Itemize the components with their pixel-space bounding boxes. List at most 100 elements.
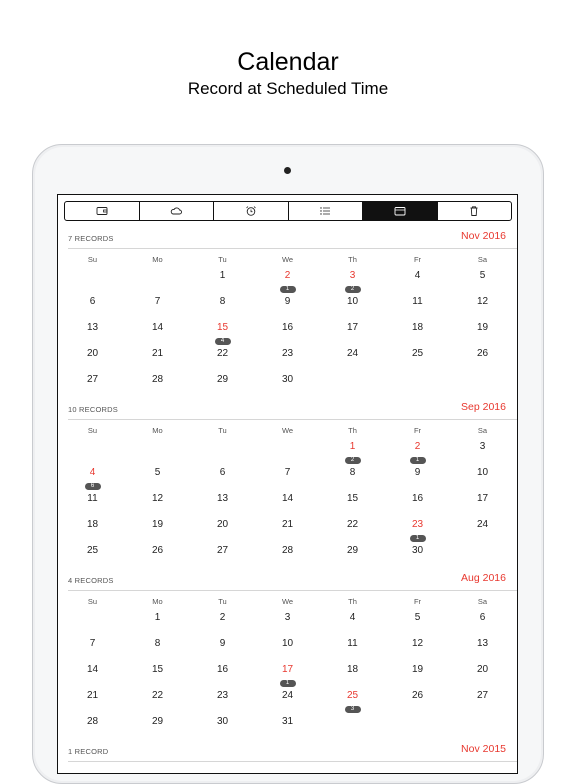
- day-cell[interactable]: 19: [450, 322, 515, 346]
- day-cell[interactable]: 14: [60, 664, 125, 688]
- day-cell[interactable]: 22: [320, 519, 385, 543]
- day-cell[interactable]: 28: [60, 716, 125, 740]
- day-cell[interactable]: 7: [125, 296, 190, 320]
- day-cell[interactable]: 9: [385, 467, 450, 491]
- day-cell[interactable]: 26: [125, 545, 190, 569]
- tab-trash[interactable]: [438, 202, 512, 220]
- day-cell[interactable]: 26: [450, 348, 515, 372]
- day-cell[interactable]: 24: [255, 690, 320, 714]
- day-cell[interactable]: 27: [450, 690, 515, 714]
- day-cell[interactable]: 16: [190, 664, 255, 688]
- day-cell[interactable]: 14: [255, 493, 320, 517]
- day-cell[interactable]: 9: [255, 296, 320, 320]
- day-cell[interactable]: 13: [60, 322, 125, 346]
- day-cell[interactable]: 8: [190, 296, 255, 320]
- day-cell[interactable]: 4: [320, 612, 385, 636]
- day-cell[interactable]: 25 3: [320, 690, 385, 714]
- day-cell[interactable]: 29: [190, 374, 255, 398]
- day-cell[interactable]: 16: [255, 322, 320, 346]
- day-cell[interactable]: 8: [320, 467, 385, 491]
- day-cell[interactable]: 11: [320, 638, 385, 662]
- day-cell[interactable]: 21: [255, 270, 320, 294]
- tab-calendar[interactable]: [363, 202, 438, 220]
- day-cell[interactable]: 27: [60, 374, 125, 398]
- day-cell[interactable]: 32: [320, 270, 385, 294]
- day-cell[interactable]: 11: [385, 296, 450, 320]
- day-number: 25: [86, 545, 99, 556]
- day-cell[interactable]: 30: [385, 545, 450, 569]
- day-cell[interactable]: 19: [125, 519, 190, 543]
- day-cell[interactable]: 16: [385, 493, 450, 517]
- day-cell[interactable]: 14: [125, 322, 190, 346]
- day-cell[interactable]: 29: [320, 545, 385, 569]
- day-cell[interactable]: 12: [125, 493, 190, 517]
- day-cell[interactable]: 24: [320, 348, 385, 372]
- day-cell[interactable]: 28: [125, 374, 190, 398]
- day-cell[interactable]: 20: [190, 519, 255, 543]
- day-cell[interactable]: 24: [450, 519, 515, 543]
- day-cell[interactable]: 29: [125, 716, 190, 740]
- day-cell[interactable]: 2: [190, 612, 255, 636]
- day-cell[interactable]: 19: [385, 664, 450, 688]
- day-cell[interactable]: 28: [255, 545, 320, 569]
- day-cell[interactable]: 17: [450, 493, 515, 517]
- day-cell[interactable]: 15: [320, 493, 385, 517]
- day-cell[interactable]: 18: [60, 519, 125, 543]
- divider: [68, 761, 517, 762]
- day-cell[interactable]: 30: [255, 374, 320, 398]
- day-cell[interactable]: 10: [255, 638, 320, 662]
- day-cell[interactable]: 6: [190, 467, 255, 491]
- day-cell[interactable]: 17 1: [255, 664, 320, 688]
- day-cell[interactable]: 3: [255, 612, 320, 636]
- day-cell[interactable]: 23: [190, 690, 255, 714]
- day-cell[interactable]: 9: [190, 638, 255, 662]
- tab-list[interactable]: [289, 202, 363, 220]
- day-cell[interactable]: 5: [450, 270, 515, 294]
- day-cell[interactable]: 22: [190, 348, 255, 372]
- day-cell[interactable]: 5: [125, 467, 190, 491]
- tab-alarm[interactable]: [214, 202, 289, 220]
- day-cell[interactable]: 7: [60, 638, 125, 662]
- day-cell[interactable]: 17: [320, 322, 385, 346]
- day-cell[interactable]: 8: [125, 638, 190, 662]
- day-cell[interactable]: 11: [60, 493, 125, 517]
- day-cell[interactable]: 25: [385, 348, 450, 372]
- day-cell[interactable]: 12: [385, 638, 450, 662]
- day-cell[interactable]: 1: [190, 270, 255, 294]
- day-cell[interactable]: 22: [125, 690, 190, 714]
- day-cell[interactable]: 18: [320, 664, 385, 688]
- day-cell[interactable]: 3: [450, 441, 515, 465]
- day-cell[interactable]: 10: [320, 296, 385, 320]
- tab-cloud[interactable]: [140, 202, 214, 220]
- day-cell[interactable]: 4: [385, 270, 450, 294]
- day-cell[interactable]: 30: [190, 716, 255, 740]
- day-cell[interactable]: 21: [255, 519, 320, 543]
- day-cell[interactable]: 13: [190, 493, 255, 517]
- day-cell[interactable]: 23 1: [385, 519, 450, 543]
- record-count-badge: 1: [409, 457, 426, 464]
- day-cell[interactable]: 12: [320, 441, 385, 465]
- day-cell[interactable]: 6: [60, 296, 125, 320]
- day-cell[interactable]: 26: [385, 690, 450, 714]
- day-cell[interactable]: 18: [385, 322, 450, 346]
- day-cell[interactable]: 10: [450, 467, 515, 491]
- day-cell[interactable]: 21: [60, 690, 125, 714]
- day-cell[interactable]: 20: [60, 348, 125, 372]
- day-cell[interactable]: 21: [125, 348, 190, 372]
- day-cell[interactable]: 46: [60, 467, 125, 491]
- day-cell[interactable]: 23: [255, 348, 320, 372]
- day-cell[interactable]: 7: [255, 467, 320, 491]
- day-cell[interactable]: 25: [60, 545, 125, 569]
- day-cell[interactable]: 21: [385, 441, 450, 465]
- day-cell[interactable]: 6: [450, 612, 515, 636]
- day-cell[interactable]: 5: [385, 612, 450, 636]
- tab-wallet[interactable]: [65, 202, 140, 220]
- day-cell[interactable]: 13: [450, 638, 515, 662]
- day-cell[interactable]: 12: [450, 296, 515, 320]
- day-cell[interactable]: 15: [125, 664, 190, 688]
- day-cell[interactable]: 20: [450, 664, 515, 688]
- day-cell[interactable]: 1: [125, 612, 190, 636]
- day-cell[interactable]: 15 4: [190, 322, 255, 346]
- day-cell[interactable]: 31: [255, 716, 320, 740]
- day-cell[interactable]: 27: [190, 545, 255, 569]
